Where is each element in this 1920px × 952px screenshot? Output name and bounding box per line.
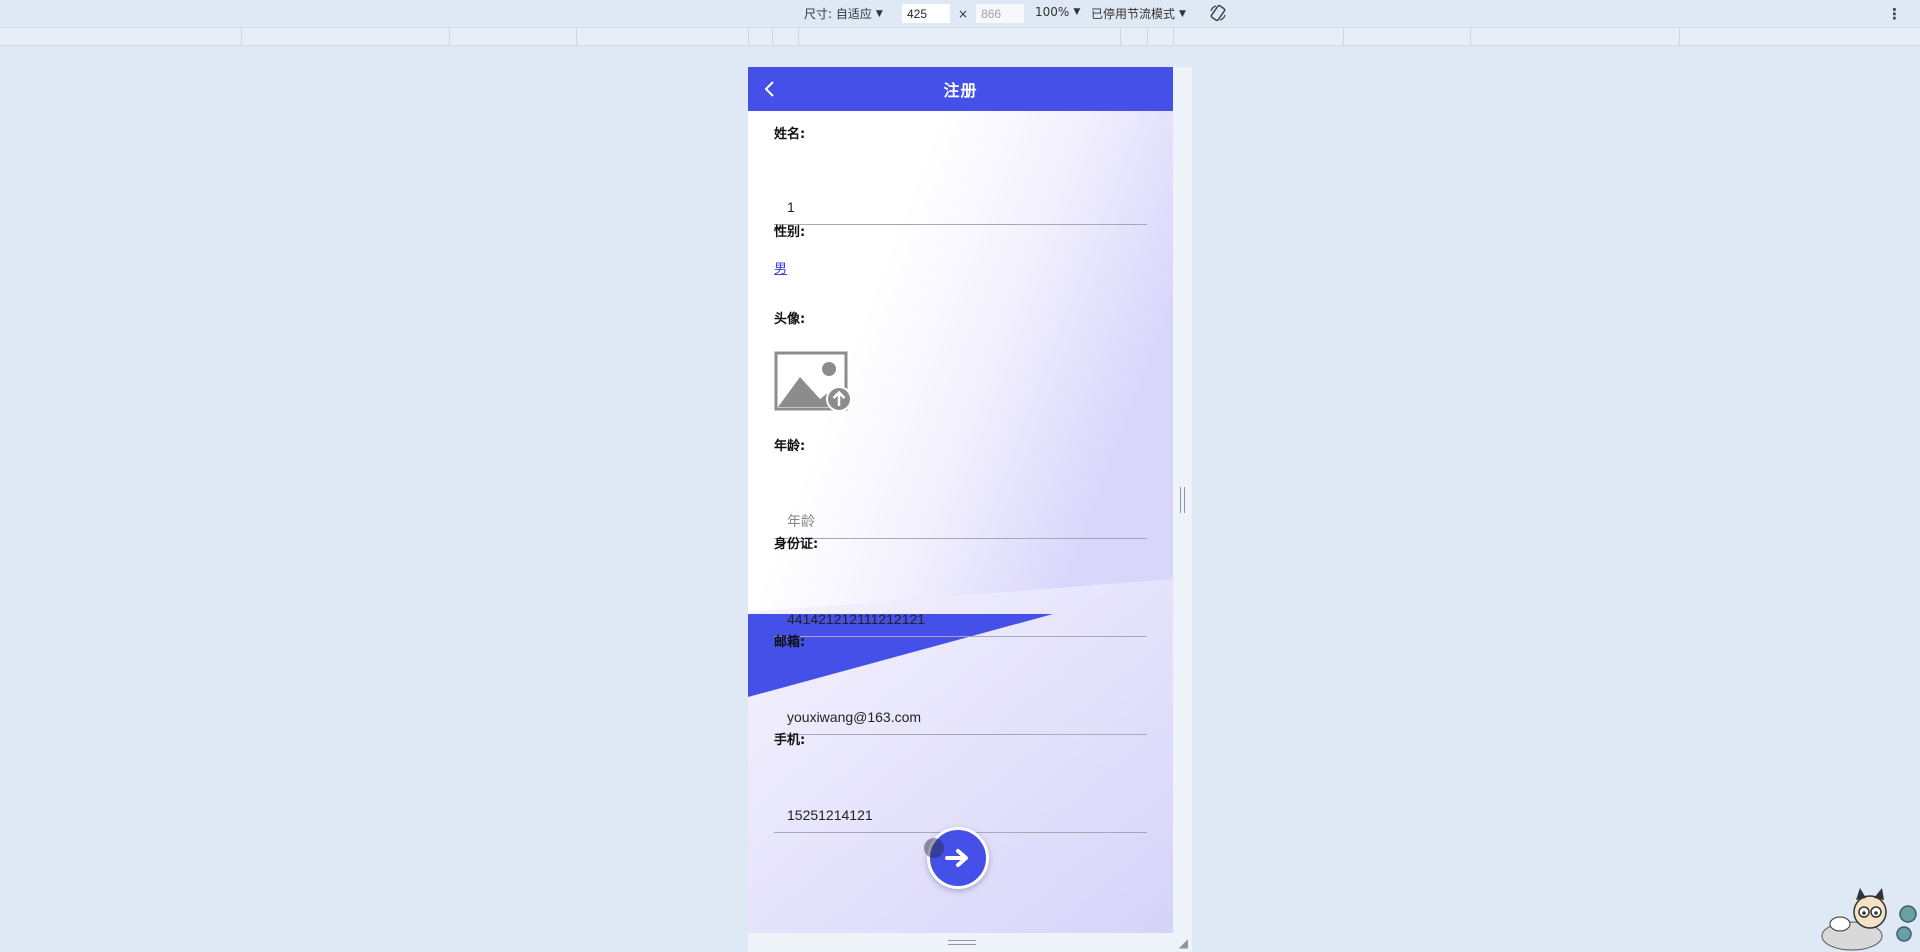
zoom-dropdown[interactable]: 100% ▼ (1035, 5, 1080, 19)
age-label: 年龄: (774, 439, 806, 454)
submit-button[interactable] (927, 827, 989, 889)
dimensions-dropdown[interactable]: 尺寸: 自适应 ▼ (804, 5, 883, 22)
throttle-label: 已停用节流模式 (1091, 7, 1176, 21)
email-input[interactable] (774, 699, 1147, 735)
throttle-dropdown[interactable]: 已停用节流模式 ▼ (1091, 5, 1186, 22)
more-vertical-icon[interactable]: ⋮ (1887, 5, 1902, 23)
chevron-left-icon (764, 81, 774, 97)
mascot-sticker (1821, 888, 1917, 951)
touch-cursor-indicator (924, 838, 944, 858)
bottom-resize-handle[interactable]: ◢ (748, 933, 1192, 952)
page-title: 注册 (943, 81, 978, 100)
device-height-input[interactable] (976, 4, 1025, 23)
age-input[interactable] (774, 503, 1147, 539)
gender-selector[interactable]: 男 (774, 258, 787, 277)
avatar-label: 头像: (774, 312, 806, 327)
caret-down-icon: ▼ (1073, 7, 1081, 17)
device-viewport: 注册 姓名: 性别: 男 头像: 年龄: 身份证: 邮箱: 手机: (748, 67, 1173, 933)
name-label: 姓名: (774, 127, 806, 142)
avatar-upload[interactable] (774, 351, 854, 413)
gender-label: 性别: (774, 225, 806, 240)
dimensions-label: 尺寸: 自适应 (804, 7, 872, 21)
right-resize-handle[interactable] (1173, 67, 1192, 933)
arrow-right-icon (945, 849, 968, 867)
app-header: 注册 (748, 67, 1173, 111)
devtools-device-toolbar: 尺寸: 自适应 ▼ × 100% ▼ 已停用节流模式 ▼ ⋮ (0, 0, 1920, 27)
zoom-label: 100% (1035, 5, 1070, 19)
resize-grip-icon (1180, 487, 1185, 513)
back-button[interactable] (756, 75, 784, 103)
resize-corner-icon[interactable]: ◢ (1179, 936, 1188, 950)
idcard-input[interactable] (774, 601, 1147, 637)
name-input[interactable] (774, 189, 1147, 225)
media-query-ruler[interactable] (0, 27, 1920, 46)
email-label: 邮箱: (774, 635, 806, 650)
caret-down-icon: ▼ (1179, 8, 1186, 19)
rotate-button[interactable] (1208, 3, 1228, 23)
device-width-input[interactable] (902, 4, 950, 23)
image-upload-icon (774, 351, 852, 412)
rotate-device-icon (1210, 4, 1226, 22)
times-separator: × (958, 6, 969, 21)
idcard-label: 身份证: (774, 537, 819, 552)
phone-label: 手机: (774, 733, 806, 748)
caret-down-icon: ▼ (875, 8, 883, 19)
resize-grip-icon (948, 940, 976, 945)
